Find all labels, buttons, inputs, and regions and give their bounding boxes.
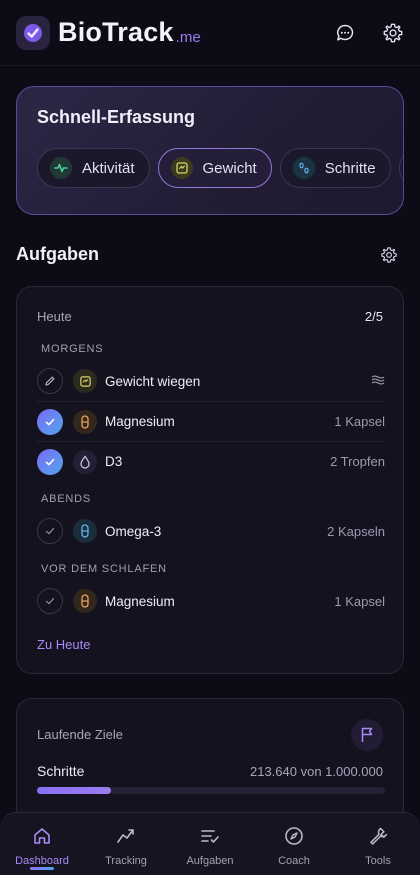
compass-icon: [284, 825, 304, 847]
waves-icon: [371, 374, 385, 389]
nav-label: Tracking: [105, 855, 147, 867]
task-quantity: 2 Kapseln: [327, 523, 385, 539]
nav-item-dashboard[interactable]: Dashboard: [0, 813, 84, 875]
weight-scale-icon: [170, 157, 193, 179]
quick-entry-title: Schnell-Erfassung: [37, 107, 196, 127]
wrench-icon: [368, 825, 388, 847]
quick-chip-label: Gewicht: [202, 159, 257, 177]
activity-pulse-icon: [50, 157, 72, 179]
capsule-icon: [73, 589, 97, 613]
quick-chip-label: Schritte: [324, 159, 376, 177]
tasks-progress: 2/5: [364, 309, 383, 324]
quick-chip-activity[interactable]: Aktivität: [37, 148, 150, 188]
flag-icon[interactable]: [351, 719, 383, 751]
home-icon: [32, 825, 52, 847]
weight-scale-icon: [73, 369, 97, 393]
task-name: Magnesium: [105, 593, 175, 609]
nav-label: Coach: [278, 855, 310, 867]
task-name: D3: [105, 454, 123, 469]
group-label-morning: MORGENS: [41, 343, 104, 355]
tasks-card: Heute 2/5 MORGENS Gewicht wiegen Magnesi…: [16, 286, 404, 674]
quick-chip-steps[interactable]: Schritte: [279, 148, 391, 188]
task-list-icon: [200, 825, 220, 847]
quick-entry-card: Schnell-Erfassung Aktivität Gewicht Schr…: [16, 86, 404, 215]
app-brand-name: BioTrack: [58, 17, 174, 47]
capsule-icon: [73, 519, 97, 543]
nav-active-indicator: [30, 867, 54, 870]
go-to-today-link[interactable]: Zu Heute: [37, 637, 90, 652]
app-logo-icon: [16, 15, 50, 50]
check-done-icon[interactable]: [37, 448, 63, 475]
task-name: Magnesium: [105, 414, 175, 429]
task-quantity: 2 Tropfen: [330, 454, 385, 469]
nav-item-tasks[interactable]: Aufgaben: [168, 813, 252, 875]
nav-label: Tools: [365, 855, 391, 867]
check-empty-icon[interactable]: [37, 588, 63, 614]
group-label-evening: ABENDS: [41, 493, 92, 505]
app-header: BioTrack .me: [0, 0, 420, 66]
app-brand-suffix: .me: [175, 29, 201, 46]
tasks-day-label: Heute: [37, 309, 72, 324]
task-row[interactable]: Omega-3 2 Kapseln: [37, 511, 385, 551]
task-quantity: 1 Kapsel: [334, 593, 385, 609]
quick-chip-weight[interactable]: Gewicht: [157, 148, 272, 188]
task-quantity: 1 Kapsel: [334, 414, 385, 429]
goal-name: Schritte: [37, 763, 85, 779]
task-name: Gewicht wiegen: [105, 373, 201, 389]
check-empty-icon[interactable]: [37, 518, 63, 544]
settings-gear-icon[interactable]: [382, 22, 404, 44]
check-done-icon[interactable]: [37, 408, 63, 435]
trend-chart-icon: [116, 825, 136, 847]
drop-icon: [73, 449, 97, 474]
chat-icon[interactable]: [334, 22, 356, 44]
goal-value: 213.640 von 1.000.000: [249, 764, 383, 779]
task-row[interactable]: Magnesium 1 Kapsel: [37, 581, 385, 621]
capsule-icon: [73, 409, 97, 434]
nav-item-coach[interactable]: Coach: [252, 813, 336, 875]
quick-chip-more[interactable]: [398, 148, 403, 188]
task-row[interactable]: Gewicht wiegen: [37, 361, 385, 401]
task-name: Omega-3: [105, 523, 162, 539]
nav-label: Dashboard: [15, 855, 69, 867]
tasks-section-title: Aufgaben: [16, 244, 99, 264]
goal-progress-bar: [37, 787, 385, 794]
goal-progress-fill: [37, 787, 112, 794]
tasks-settings-gear-icon[interactable]: [380, 246, 398, 269]
group-label-bedtime: VOR DEM SCHLAFEN: [41, 563, 167, 575]
quick-chip-label: Aktivität: [82, 159, 135, 177]
bottom-nav: Dashboard Tracking Aufgaben Coach Tools: [0, 812, 420, 875]
nav-item-tracking[interactable]: Tracking: [84, 813, 168, 875]
task-row[interactable]: D3 2 Tropfen: [37, 441, 385, 481]
task-row[interactable]: Magnesium 1 Kapsel: [37, 401, 385, 441]
goals-title: Laufende Ziele: [37, 727, 124, 742]
footsteps-icon: [292, 157, 315, 179]
nav-item-tools[interactable]: Tools: [336, 813, 420, 875]
nav-label: Aufgaben: [186, 855, 234, 867]
edit-pencil-icon[interactable]: [37, 368, 63, 394]
